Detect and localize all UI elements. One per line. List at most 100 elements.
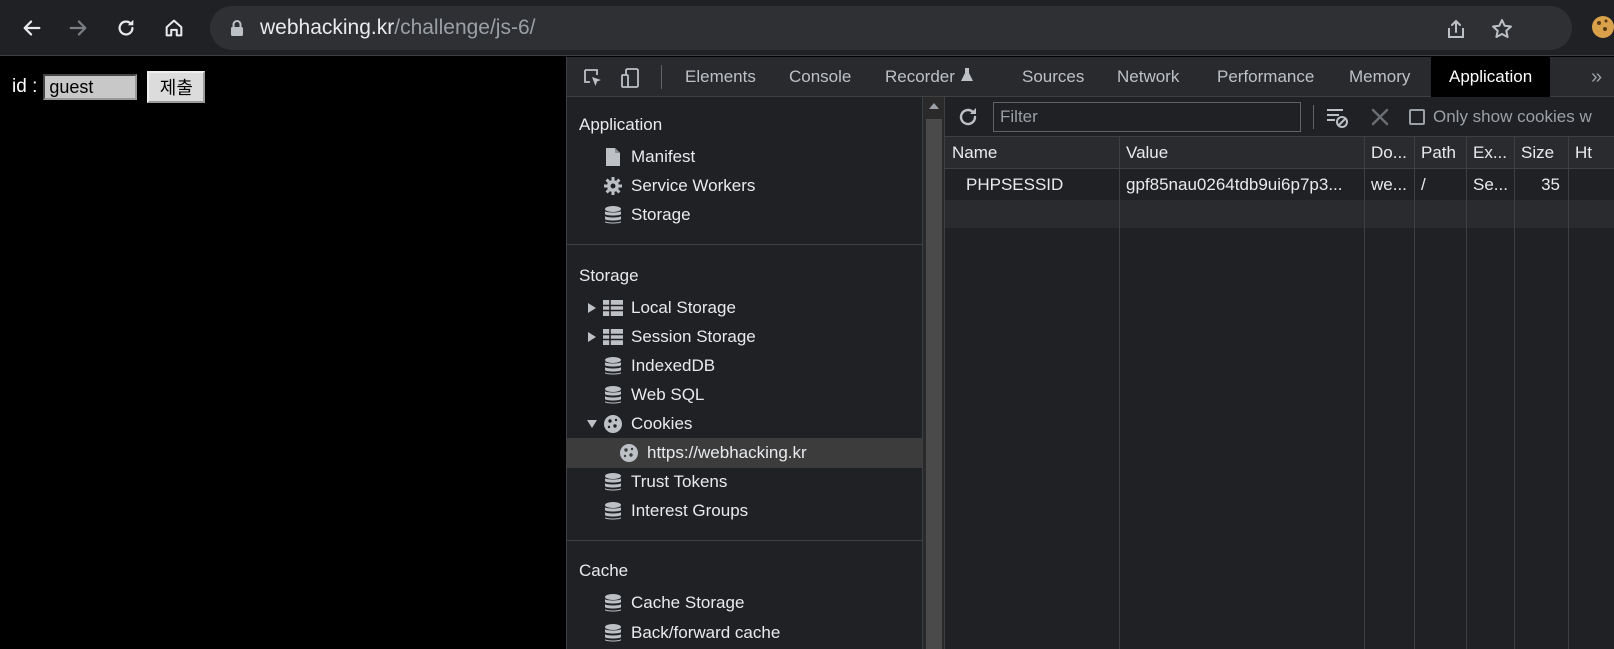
tab-performance[interactable]: Performance [1217,57,1314,97]
only-show-issues-label: Only show cookies w [1433,107,1592,126]
id-input[interactable] [43,74,138,100]
column-size[interactable]: Size [1514,137,1568,169]
cookie-icon [603,414,623,434]
section-storage: Storage [579,266,639,285]
address-bar[interactable]: webhacking.kr/challenge/js-6/ [210,6,1572,50]
reload-button[interactable] [108,10,144,46]
column-name[interactable]: Name [945,137,1119,169]
sidebar-item-local-storage[interactable]: Local Storage [567,293,922,323]
sidebar-item-storage-overview[interactable]: Storage [567,200,922,230]
section-divider [567,540,922,541]
sidebar-item-label: IndexedDB [631,356,716,375]
sidebar-scrollbar[interactable] [923,97,945,649]
tab-sources[interactable]: Sources [1022,57,1084,97]
device-toggle-icon[interactable] [619,66,643,90]
sidebar-item-label: Interest Groups [631,501,749,520]
sidebar-item-trust-tokens[interactable]: Trust Tokens [567,467,922,497]
sidebar-item-interest-groups[interactable]: Interest Groups [567,496,922,526]
sidebar-item-back-forward-cache[interactable]: Back/forward cache [567,618,922,648]
inspect-element-icon[interactable] [581,66,605,90]
sidebar-item-label: Service Workers [631,176,756,195]
database-icon [603,356,623,376]
file-icon [603,147,623,167]
sidebar-item-manifest[interactable]: Manifest [567,142,922,172]
clear-filtered-icon[interactable] [1325,105,1349,129]
scrollbar-thumb[interactable] [926,119,942,649]
flask-icon [960,68,973,81]
star-icon[interactable] [1490,17,1514,41]
sidebar-item-label: Back/forward cache [631,623,781,642]
more-tabs-button[interactable]: » [1591,57,1602,97]
cell-name[interactable]: PHPSESSID [959,170,1119,200]
sidebar-item-label: Storage [631,205,691,224]
section-cache: Cache [579,561,629,580]
expand-arrow-icon[interactable] [585,301,599,315]
expand-arrow-icon[interactable] [585,330,599,344]
sidebar-item-cache-storage[interactable]: Cache Storage [567,588,922,618]
delete-icon[interactable] [1369,106,1391,128]
arrow-right-icon [69,20,87,36]
devtools-panel: Elements Console Recorder Sources Networ… [566,57,1614,649]
column-divider [1514,137,1515,649]
lock-icon[interactable] [228,19,246,37]
sidebar-item-label: https://webhacking.kr [647,443,807,462]
forward-button[interactable] [60,10,96,46]
sidebar-item-cookie-origin[interactable]: https://webhacking.kr [567,438,922,468]
share-icon[interactable] [1444,17,1468,41]
sidebar-item-label: Web SQL [631,385,705,404]
url-host: webhacking.kr [260,16,395,39]
table-icon [603,327,623,347]
table-icon [603,298,623,318]
sidebar-item-session-storage[interactable]: Session Storage [567,322,922,352]
url-text[interactable]: webhacking.kr/challenge/js-6/ [260,6,535,50]
sidebar-item-cookies[interactable]: Cookies [567,409,922,439]
sidebar-item-indexeddb[interactable]: IndexedDB [567,351,922,381]
column-divider [1568,137,1569,649]
application-sidebar: Application Manifest Service Workers Sto… [567,97,923,649]
gear-icon [603,176,623,196]
cell-expires[interactable]: Se... [1466,170,1514,200]
sidebar-item-web-sql[interactable]: Web SQL [567,380,922,410]
tab-application[interactable]: Application [1431,57,1551,97]
section-application: Application [579,115,663,134]
sidebar-item-service-workers[interactable]: Service Workers [567,171,922,201]
database-icon [603,623,623,643]
devtools-tabbar: Elements Console Recorder Sources Networ… [567,57,1614,97]
cookie-extension-icon[interactable] [1590,14,1614,40]
toolbar-separator [661,65,662,89]
column-path[interactable]: Path [1414,137,1466,169]
only-show-issues-checkbox[interactable] [1409,109,1425,125]
sidebar-item-label: Manifest [631,147,696,166]
database-icon [603,205,623,225]
url-path: /challenge/js-6/ [394,16,536,39]
cell-value[interactable]: gpf85nau0264tdb9ui6p7p3... [1119,170,1364,200]
home-button[interactable] [156,10,192,46]
page-viewport: id : 제출 [0,57,566,649]
tab-recorder[interactable]: Recorder [885,57,974,97]
back-button[interactable] [14,10,50,46]
tab-elements[interactable]: Elements [685,57,756,97]
collapse-arrow-icon[interactable] [585,417,599,431]
submit-button[interactable]: 제출 [147,71,206,103]
login-form: id : 제출 [12,71,206,103]
section-divider [567,244,922,245]
scroll-up-icon[interactable] [929,103,939,109]
tab-memory[interactable]: Memory [1349,57,1410,97]
column-divider [1119,137,1120,649]
filter-input[interactable] [993,102,1301,132]
column-value[interactable]: Value [1119,137,1364,169]
database-icon [603,385,623,405]
cell-path[interactable]: / [1414,170,1466,200]
cookies-pane: Only show cookies w Name Value Do... Pat… [945,97,1614,649]
database-icon [603,472,623,492]
refresh-icon[interactable] [957,106,979,128]
tab-console[interactable]: Console [789,57,851,97]
column-httponly[interactable]: Ht [1568,137,1614,169]
column-expires[interactable]: Ex... [1466,137,1514,169]
cell-httponly[interactable] [1568,170,1614,200]
cell-domain[interactable]: we... [1364,170,1414,200]
tab-network[interactable]: Network [1117,57,1179,97]
cell-size[interactable]: 35 [1514,170,1568,200]
sidebar-item-label: Cookies [631,414,693,433]
column-domain[interactable]: Do... [1364,137,1414,169]
